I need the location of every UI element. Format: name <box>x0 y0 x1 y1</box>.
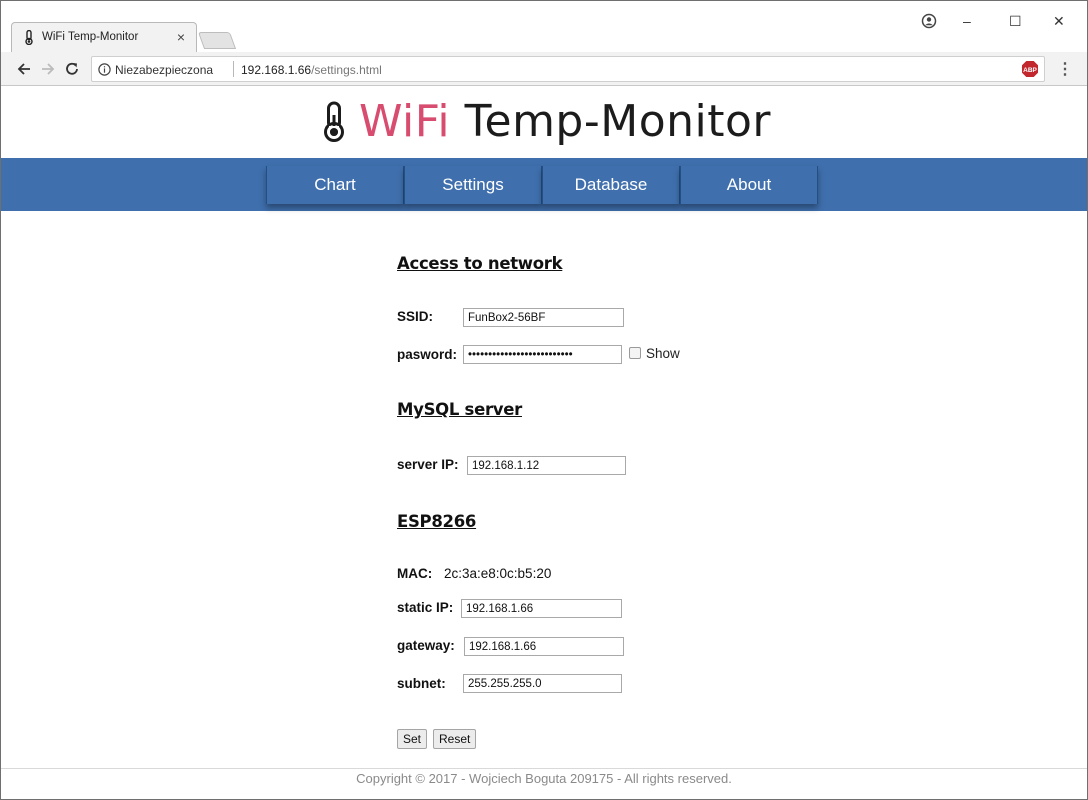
thermometer-icon <box>324 101 344 142</box>
show-password-checkbox[interactable] <box>629 347 641 359</box>
close-window-icon[interactable]: ✕ <box>1053 13 1065 29</box>
page-footer: Copyright © 2017 - Wojciech Boguta 20917… <box>356 771 732 786</box>
esp-heading: ESP8266 <box>397 512 477 531</box>
url-path: /settings.html <box>311 63 382 77</box>
subnet-label: subnet: <box>397 676 446 691</box>
mysql-heading: MySQL server <box>397 400 522 419</box>
mac-value: 2c:3a:e8:0c:b5:20 <box>444 566 552 581</box>
password-label: pasword: <box>397 347 458 362</box>
ssid-label: SSID: <box>397 309 434 324</box>
back-arrow-icon[interactable] <box>15 60 33 78</box>
menu-icon[interactable]: ⋮ <box>1057 59 1073 79</box>
new-tab-button[interactable] <box>197 32 237 49</box>
address-separator <box>233 61 234 77</box>
server-ip-label: server IP: <box>397 457 459 472</box>
account-icon[interactable] <box>921 13 937 29</box>
site-title-accent: WiFi <box>359 96 451 147</box>
reset-button[interactable]: Reset <box>433 729 477 749</box>
gateway-label: gateway: <box>397 638 455 653</box>
browser-window: WiFi Temp-Monitor × – ☐ ✕ Niezabezpieczo… <box>0 0 1088 800</box>
subnet-input[interactable] <box>463 674 622 693</box>
page-content: WiFi Temp-Monitor Chart Settings Databas… <box>1 87 1087 799</box>
nav-item-chart[interactable]: Chart <box>266 166 404 204</box>
site-title-rest: Temp-Monitor <box>450 96 771 147</box>
site-title: WiFi Temp-Monitor <box>359 95 771 149</box>
browser-tab[interactable]: WiFi Temp-Monitor × <box>11 22 197 52</box>
tab-title: WiFi Temp-Monitor <box>42 31 139 43</box>
minimize-icon[interactable]: – <box>963 13 971 29</box>
password-input[interactable] <box>463 345 622 364</box>
set-button[interactable]: Set <box>397 729 428 749</box>
title-bar: WiFi Temp-Monitor × – ☐ ✕ <box>1 1 1087 52</box>
tab-close-icon[interactable]: × <box>177 29 185 45</box>
forward-arrow-icon[interactable] <box>39 60 57 78</box>
browser-toolbar: Niezabezpieczona 192.168.1.66/settings.h… <box>1 52 1087 86</box>
url-text[interactable]: 192.168.1.66/settings.html <box>241 63 382 77</box>
ssid-input[interactable] <box>463 308 624 327</box>
reload-icon[interactable] <box>63 60 81 78</box>
info-icon[interactable] <box>98 63 111 76</box>
nav-item-database[interactable]: Database <box>542 166 680 204</box>
adblock-icon[interactable]: ABP <box>1021 60 1039 78</box>
nav-item-about[interactable]: About <box>680 166 818 204</box>
maximize-icon[interactable]: ☐ <box>1009 13 1022 29</box>
server-ip-input[interactable] <box>467 456 626 475</box>
static-ip-input[interactable] <box>461 599 622 618</box>
main-navbar: Chart Settings Database About <box>1 158 1087 211</box>
url-host: 192.168.1.66 <box>241 63 312 77</box>
static-ip-label: static IP: <box>397 600 454 615</box>
mac-label: MAC: <box>397 566 433 581</box>
thermometer-icon <box>25 30 33 45</box>
security-label[interactable]: Niezabezpieczona <box>115 63 213 77</box>
adblock-label: ABP <box>1023 67 1037 74</box>
gateway-input[interactable] <box>464 637 624 656</box>
nav-item-settings[interactable]: Settings <box>404 166 542 204</box>
address-bar[interactable]: Niezabezpieczona 192.168.1.66/settings.h… <box>91 56 1045 82</box>
network-heading: Access to network <box>397 254 563 273</box>
site-header: WiFi Temp-Monitor <box>1 87 1087 157</box>
footer-divider <box>1 768 1087 769</box>
show-password-label: Show <box>646 346 680 361</box>
